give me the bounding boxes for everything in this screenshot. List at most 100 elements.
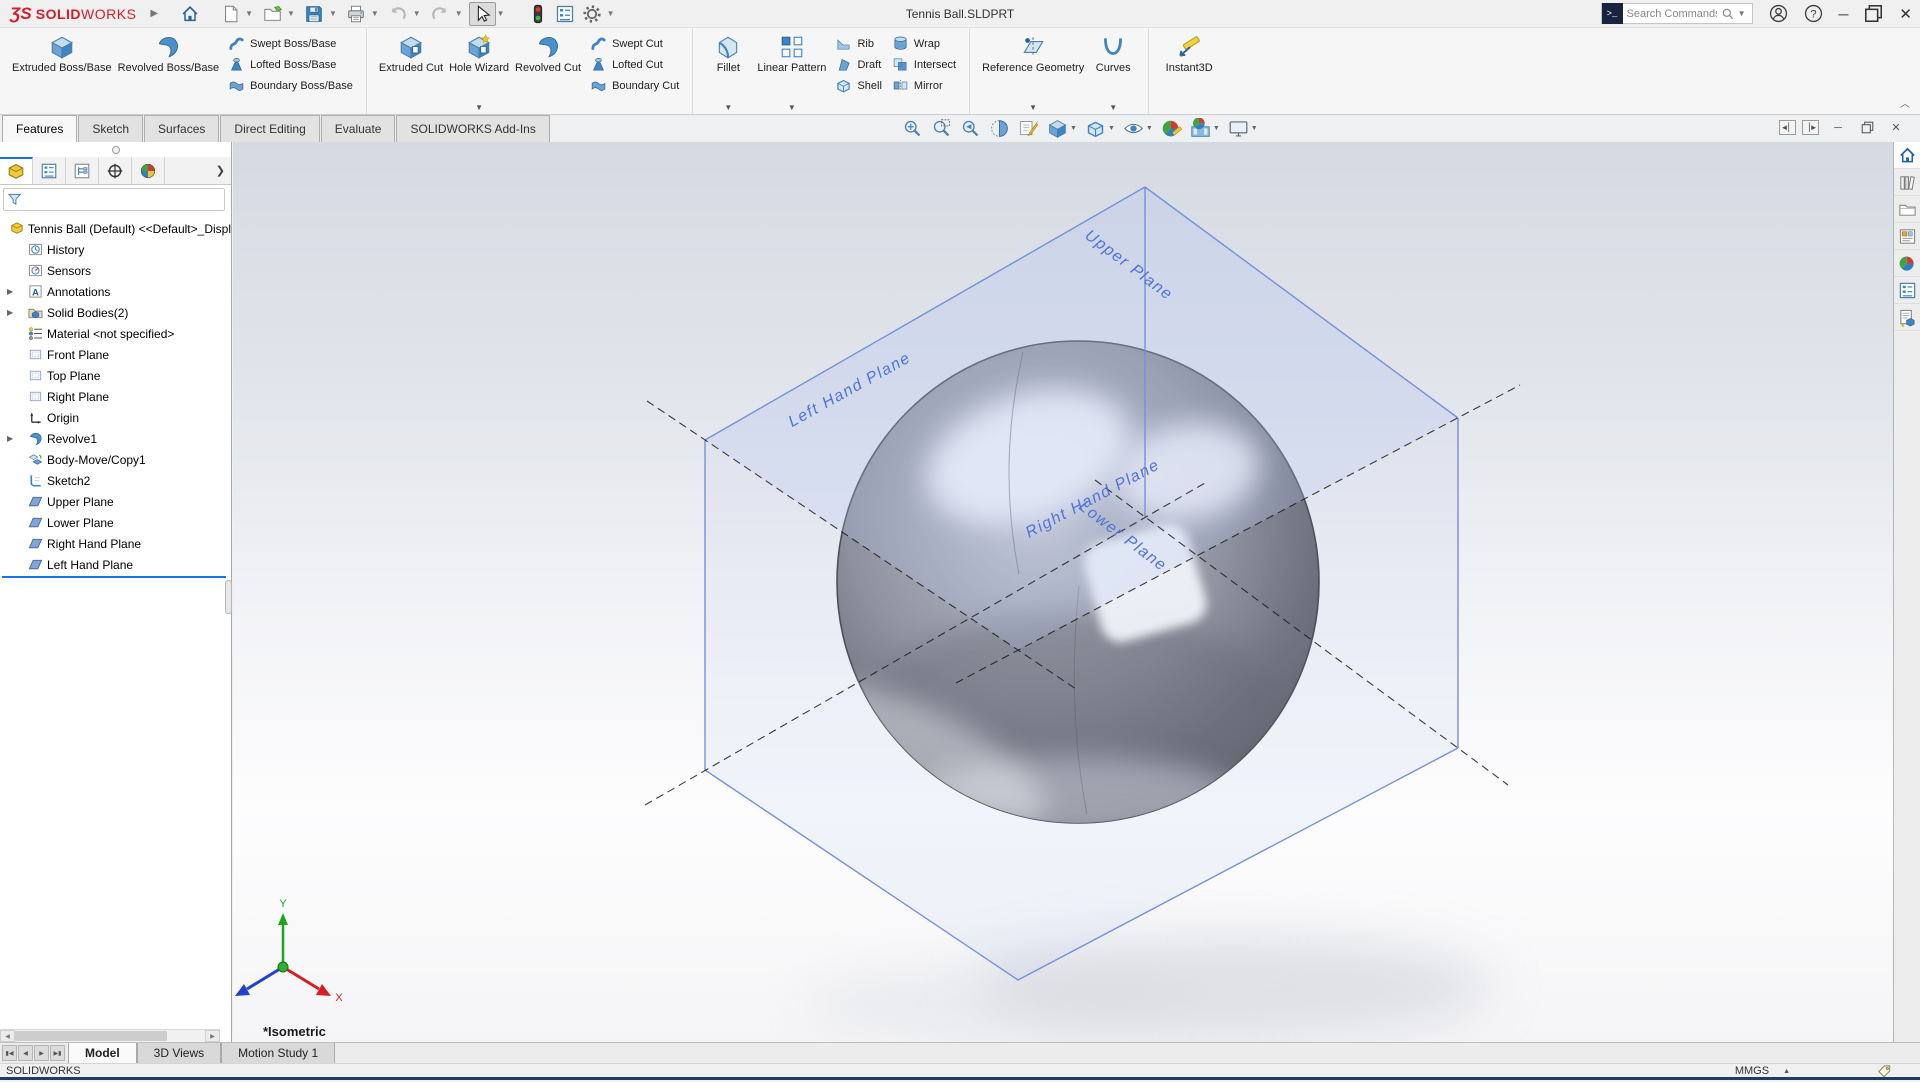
tree-item-annotations[interactable]: ▶Annotations: [0, 281, 231, 302]
search-dropdown-caret-icon[interactable]: ▼: [1738, 9, 1746, 18]
graphics-viewport[interactable]: Upper Plane Left Hand Plane Right Hand P…: [233, 142, 1893, 1042]
tab-solidworks-add-ins[interactable]: SOLIDWORKS Add-Ins: [396, 115, 549, 142]
tree-item-part[interactable]: Tennis Ball (Default) <<Default>_Displ: [0, 218, 231, 239]
restore-window-button[interactable]: [1864, 4, 1883, 23]
scroll-left-button[interactable]: ◀: [0, 1030, 15, 1042]
display-style-button[interactable]: ▼: [1083, 117, 1117, 140]
save-button[interactable]: [301, 2, 328, 26]
revolved-boss-base-button[interactable]: Revolved Boss/Base: [115, 28, 223, 114]
tab-displaymanager[interactable]: [132, 157, 165, 184]
hole-wizard-button[interactable]: Hole Wizard ▼: [446, 28, 512, 114]
previous-view-button[interactable]: [958, 117, 983, 140]
file-properties-button[interactable]: [552, 2, 579, 26]
search-input[interactable]: [1623, 8, 1721, 20]
tree-item-lower-plane[interactable]: Lower Plane: [0, 512, 231, 533]
lofted-cut-button[interactable]: Lofted Cut: [590, 54, 679, 75]
swept-boss-base-button[interactable]: Swept Boss/Base: [228, 33, 353, 54]
extruded-cut-button[interactable]: Extruded Cut: [376, 28, 446, 114]
tree-horizontal-scrollbar[interactable]: ◀ ▶: [0, 1029, 220, 1042]
tab-surfaces[interactable]: Surfaces: [144, 115, 219, 142]
intersect-button[interactable]: Intersect: [892, 54, 956, 75]
extruded-boss-base-button[interactable]: Extruded Boss/Base: [9, 28, 115, 114]
tree-item-sketch2[interactable]: Sketch2: [0, 470, 231, 491]
tab-model[interactable]: Model: [68, 1043, 137, 1063]
rib-button[interactable]: Rib: [835, 33, 881, 54]
menu-flyout-arrow-icon[interactable]: ▶: [150, 8, 158, 19]
edit-appearance-button[interactable]: [1159, 117, 1184, 140]
hide-show-items-button[interactable]: ▼: [1121, 117, 1155, 140]
tab-features[interactable]: Features: [2, 115, 77, 142]
expand-arrow-icon[interactable]: ▶: [7, 308, 13, 317]
select-dropdown-caret-icon[interactable]: ▼: [497, 9, 505, 18]
annotation-views-button[interactable]: [1016, 117, 1041, 140]
collapse-pane-left-button[interactable]: ◄▏: [1779, 120, 1796, 135]
new-document-button[interactable]: [217, 2, 244, 26]
fillet-button[interactable]: Fillet ▼: [702, 28, 754, 114]
tab-3d-views[interactable]: 3D Views: [137, 1043, 221, 1063]
tree-item-material[interactable]: Material <not specified>: [0, 323, 231, 344]
collapse-ribbon-icon[interactable]: ︿: [1900, 95, 1910, 110]
zoom-to-area-button[interactable]: [929, 117, 954, 140]
design-library-button[interactable]: [1894, 169, 1920, 196]
scroll-right-button[interactable]: ▶: [205, 1030, 220, 1042]
first-tab-button[interactable]: ▮◀: [2, 1045, 17, 1061]
boundary-cut-button[interactable]: Boundary Cut: [590, 75, 679, 96]
options-button[interactable]: [579, 2, 606, 26]
undo-button[interactable]: [385, 2, 412, 26]
tab-propertymanager[interactable]: [33, 157, 66, 184]
draft-button[interactable]: Draft: [835, 54, 881, 75]
more-tabs-chevron-icon[interactable]: ❯: [165, 157, 231, 184]
curves-button[interactable]: Curves ▼: [1087, 28, 1139, 114]
tree-item-revolve1[interactable]: ▶Revolve1: [0, 428, 231, 449]
minimize-document-button[interactable]: ─: [1828, 119, 1848, 136]
revolved-cut-button[interactable]: Revolved Cut: [512, 28, 584, 114]
reference-geometry-button[interactable]: Reference Geometry ▼: [979, 28, 1087, 114]
panel-splitter-grip[interactable]: [225, 580, 232, 614]
tree-item-body-move-copy1[interactable]: Body-Move/Copy1: [0, 449, 231, 470]
tree-item-solid-bodies[interactable]: ▶Solid Bodies(2): [0, 302, 231, 323]
tree-item-sensors[interactable]: Sensors: [0, 260, 231, 281]
restore-document-button[interactable]: [1857, 119, 1877, 136]
scrollbar-thumb[interactable]: [15, 1031, 167, 1041]
unit-system-selector[interactable]: MMGS ▲: [1735, 1065, 1790, 1077]
view-settings-button[interactable]: ▼: [1226, 117, 1260, 140]
redo-button[interactable]: [427, 2, 454, 26]
new-dropdown-caret-icon[interactable]: ▼: [245, 9, 253, 18]
close-document-button[interactable]: ✕: [1886, 119, 1906, 136]
redo-dropdown-caret-icon[interactable]: ▼: [455, 9, 463, 18]
tab-configurationmanager[interactable]: [66, 157, 99, 184]
rebuild-button[interactable]: [525, 2, 552, 26]
reference-geometry-caret-icon[interactable]: ▼: [1029, 103, 1037, 112]
linear-pattern-caret-icon[interactable]: ▼: [788, 103, 796, 112]
search-icon[interactable]: [1721, 7, 1735, 21]
collapse-pane-right-button[interactable]: ▕►: [1802, 120, 1819, 135]
tab-featuremanager-tree[interactable]: [0, 157, 33, 184]
rollback-bar[interactable]: [2, 576, 226, 578]
view-palette-button[interactable]: [1894, 223, 1920, 250]
close-window-button[interactable]: ✕: [1899, 5, 1912, 23]
save-dropdown-caret-icon[interactable]: ▼: [329, 9, 337, 18]
swept-cut-button[interactable]: Swept Cut: [590, 33, 679, 54]
print-button[interactable]: [343, 2, 370, 26]
reference-planes[interactable]: [645, 187, 1520, 980]
search-commands-box[interactable]: >_ ▼: [1601, 3, 1753, 24]
undo-dropdown-caret-icon[interactable]: ▼: [413, 9, 421, 18]
expand-arrow-icon[interactable]: ▶: [7, 287, 13, 296]
tab-direct-editing[interactable]: Direct Editing: [220, 115, 319, 142]
hole-wizard-caret-icon[interactable]: ▼: [475, 103, 483, 112]
lofted-boss-base-button[interactable]: Lofted Boss/Base: [228, 54, 353, 75]
apply-scene-button[interactable]: ▼: [1188, 117, 1222, 140]
boundary-boss-base-button[interactable]: Boundary Boss/Base: [228, 75, 353, 96]
open-dropdown-caret-icon[interactable]: ▼: [287, 9, 295, 18]
tree-item-left-hand-plane[interactable]: Left Hand Plane: [0, 554, 231, 575]
print-dropdown-caret-icon[interactable]: ▼: [371, 9, 379, 18]
instant3d-button[interactable]: Instant3D: [1158, 28, 1220, 114]
appearances-scenes-button[interactable]: [1894, 250, 1920, 277]
tree-item-top-plane[interactable]: Top Plane: [0, 365, 231, 386]
tab-motion-study-1[interactable]: Motion Study 1: [221, 1043, 335, 1063]
minimize-window-button[interactable]: ─: [1839, 6, 1849, 22]
wrap-button[interactable]: Wrap: [892, 33, 956, 54]
select-tool-button[interactable]: [469, 2, 496, 26]
solidworks-forum-button[interactable]: [1894, 304, 1920, 331]
help-button[interactable]: [1804, 4, 1823, 23]
